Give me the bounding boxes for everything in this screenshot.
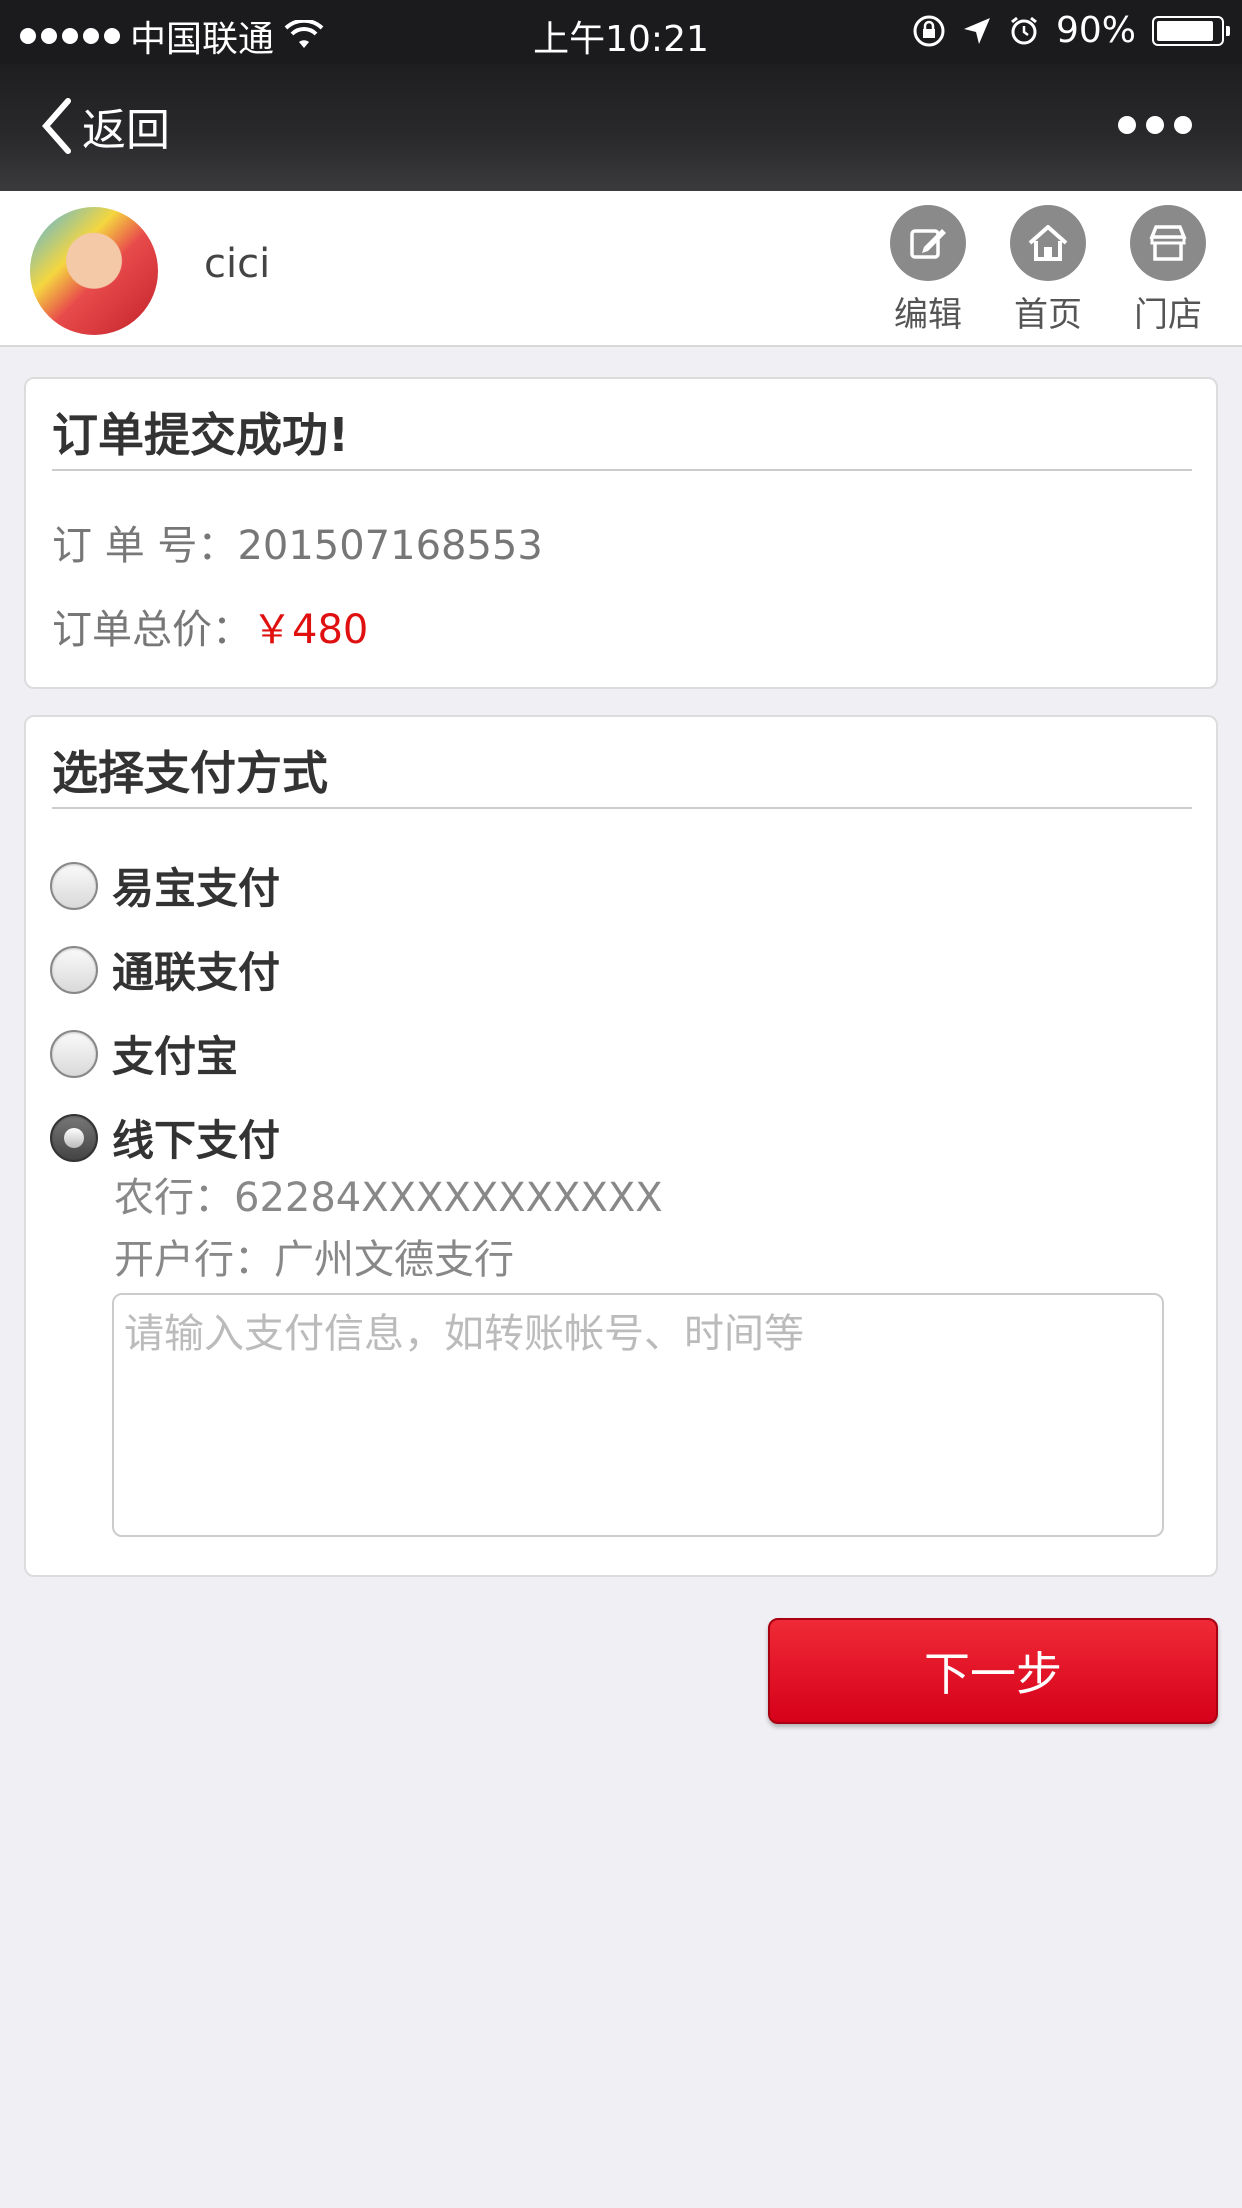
status-right: 90%	[912, 10, 1230, 51]
order-number-label: 订 单 号：	[52, 523, 238, 569]
payment-option-label: 易宝支付	[112, 864, 281, 913]
nav-bar: 返回	[0, 64, 1242, 191]
order-total-value: ￥480	[252, 607, 369, 653]
battery-icon	[1152, 15, 1230, 46]
home-button[interactable]: 首页	[1010, 205, 1086, 336]
status-bar: 中国联通 上午10:21 90%	[0, 0, 1242, 64]
payment-option-allinpay[interactable]: 通联支付	[50, 939, 280, 1000]
chevron-left-icon	[42, 98, 71, 154]
edit-label: 编辑	[894, 295, 962, 335]
battery-level	[1157, 20, 1213, 41]
bank-account-line: 农行：62284XXXXXXXXXXX	[114, 1175, 663, 1221]
store-icon	[1130, 205, 1206, 281]
radio-button[interactable]	[50, 945, 98, 994]
order-total-label: 订单总价：	[52, 607, 252, 653]
order-number-value: 201507168553	[237, 523, 543, 569]
edit-button[interactable]: 编辑	[890, 205, 966, 336]
store-label: 门店	[1134, 295, 1202, 335]
payment-method-card: 选择支付方式 易宝支付 通联支付 支付宝 线下支付 农行：62284XXXXXX…	[24, 715, 1218, 1577]
payment-option-offline[interactable]: 线下支付	[50, 1107, 280, 1168]
avatar	[30, 207, 158, 335]
payment-option-label: 线下支付	[112, 1116, 281, 1165]
user-header: cici 编辑 首页 门店	[0, 191, 1242, 347]
order-total-row: 订单总价：￥480	[52, 597, 368, 655]
rotation-lock-icon	[913, 15, 945, 46]
radio-button-checked[interactable]	[50, 1113, 98, 1162]
payment-method-title: 选择支付方式	[52, 737, 1192, 809]
radio-button[interactable]	[50, 861, 98, 910]
order-summary-card: 订单提交成功! 订 单 号：201507168553 订单总价：￥480	[24, 377, 1218, 689]
home-label: 首页	[1014, 295, 1082, 335]
location-icon	[963, 17, 990, 44]
alarm-icon	[1011, 16, 1037, 44]
battery-percent: 90%	[1055, 10, 1136, 51]
payment-option-alipay[interactable]: 支付宝	[50, 1023, 238, 1084]
payment-option-yeepay[interactable]: 易宝支付	[50, 855, 280, 916]
payment-option-label: 支付宝	[112, 1032, 239, 1081]
more-menu-button[interactable]	[1118, 116, 1192, 134]
back-button[interactable]: 返回	[40, 94, 170, 158]
order-number-row: 订 单 号：201507168553	[52, 513, 543, 571]
back-label: 返回	[82, 105, 170, 156]
payment-option-label: 通联支付	[112, 948, 281, 997]
username: cici	[204, 241, 271, 287]
order-success-title: 订单提交成功!	[52, 399, 1192, 471]
payment-info-input[interactable]	[112, 1293, 1164, 1537]
edit-icon	[890, 205, 966, 281]
bank-branch-line: 开户行：广州文德支行	[114, 1237, 514, 1283]
store-button[interactable]: 门店	[1130, 205, 1206, 336]
home-icon	[1010, 205, 1086, 281]
shop-toolbar: 编辑 首页 门店	[890, 205, 1206, 336]
next-step-button[interactable]: 下一步	[768, 1618, 1218, 1724]
radio-button[interactable]	[50, 1029, 98, 1078]
